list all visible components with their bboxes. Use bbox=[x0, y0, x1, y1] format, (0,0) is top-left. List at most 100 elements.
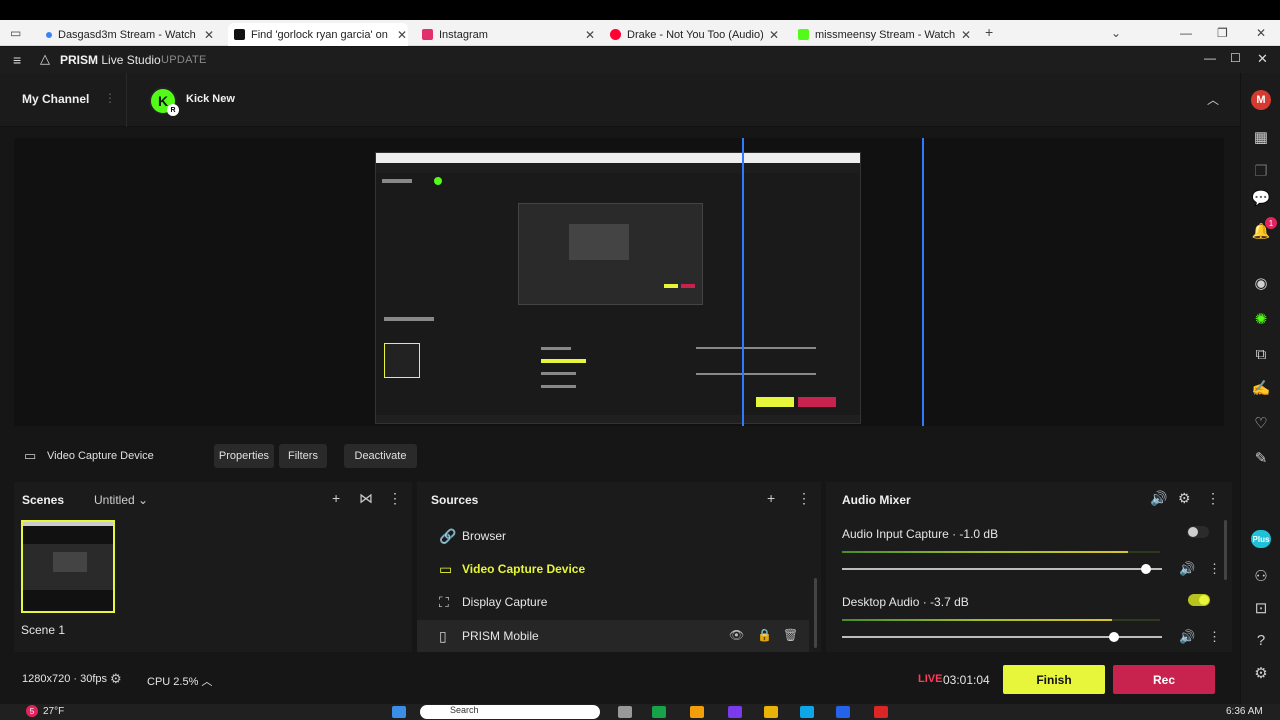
edge-icon[interactable] bbox=[652, 706, 666, 718]
channel-toggle[interactable] bbox=[1188, 594, 1210, 606]
deactivate-button[interactable]: Deactivate bbox=[344, 444, 417, 468]
help-icon[interactable]: ? bbox=[1251, 630, 1271, 650]
browser-tab-active[interactable]: Find 'gorlock ryan garcia' on TikTok ✕ bbox=[228, 23, 408, 46]
tab-close-icon[interactable]: ✕ bbox=[204, 28, 214, 42]
app-icon[interactable] bbox=[690, 706, 704, 718]
volume-slider[interactable] bbox=[842, 632, 1162, 642]
weather-label[interactable]: 27°F bbox=[43, 706, 64, 717]
more-icon[interactable]: ⋮ bbox=[1208, 629, 1221, 645]
rec-button[interactable]: Rec bbox=[1113, 665, 1215, 694]
more-icon[interactable]: ⋮ bbox=[797, 490, 811, 507]
properties-button[interactable]: Properties bbox=[214, 444, 274, 468]
browser-tab-bar: ▭ Dasgasd3m Stream - Watch Live ✕ Find '… bbox=[0, 20, 1280, 46]
source-item[interactable]: ⛶ Display Capture bbox=[417, 586, 809, 618]
channel-toggle[interactable] bbox=[1187, 526, 1209, 538]
browser-tab[interactable]: Instagram ✕ bbox=[416, 23, 596, 46]
bell-icon[interactable]: 🔔 1 bbox=[1251, 217, 1277, 241]
add-scene-icon[interactable]: + bbox=[332, 490, 340, 506]
speaker-icon[interactable]: 🔊 bbox=[1150, 490, 1167, 507]
start-icon[interactable] bbox=[392, 706, 406, 718]
close-icon[interactable]: ✕ bbox=[1256, 26, 1266, 40]
browser-tab[interactable]: missmeensy Stream - Watch Live ✕ bbox=[792, 23, 972, 46]
minimize-icon[interactable]: — bbox=[1180, 26, 1192, 40]
filters-button[interactable]: Filters bbox=[279, 444, 327, 468]
task-view-icon[interactable] bbox=[618, 706, 632, 718]
studio-icon[interactable]: ⚇ bbox=[1251, 566, 1271, 586]
audio-mixer-title: Audio Mixer bbox=[842, 493, 911, 507]
pen-icon[interactable]: ✎ bbox=[1251, 448, 1271, 468]
prism-taskbar-icon[interactable] bbox=[874, 706, 888, 718]
browser-tab[interactable]: Dasgasd3m Stream - Watch Live ✕ bbox=[40, 23, 220, 46]
heart-icon[interactable]: ♡ bbox=[1251, 413, 1271, 433]
more-icon[interactable]: ⋮ bbox=[1208, 561, 1221, 577]
divider bbox=[126, 73, 127, 127]
kick-avatar[interactable]: K R bbox=[149, 87, 179, 116]
taskbar-search[interactable]: Search bbox=[420, 705, 600, 719]
transition-icon[interactable]: ⋈ bbox=[359, 490, 373, 507]
gear-icon[interactable]: ⚙ bbox=[110, 671, 122, 687]
update-link[interactable]: UPDATE bbox=[161, 54, 207, 66]
add-source-icon[interactable]: + bbox=[767, 490, 775, 506]
tab-close-icon[interactable]: ✕ bbox=[961, 28, 971, 42]
cpu-label[interactable]: CPU 2.5% ︿ bbox=[147, 673, 212, 689]
nested-finish bbox=[756, 397, 794, 407]
scene-thumbnail[interactable] bbox=[21, 520, 115, 613]
effects-icon[interactable]: ✺ bbox=[1251, 309, 1271, 329]
preview-canvas[interactable] bbox=[375, 152, 861, 424]
layout-icon[interactable]: ▦ bbox=[1251, 127, 1271, 147]
menu-icon[interactable]: ≡ bbox=[13, 52, 21, 68]
tab-close-icon[interactable]: ✕ bbox=[397, 28, 407, 42]
source-item[interactable]: 🔗 Browser bbox=[417, 520, 809, 552]
chevron-up-icon[interactable]: ︿ bbox=[1207, 91, 1219, 108]
store-icon[interactable] bbox=[800, 706, 814, 718]
app-icon[interactable] bbox=[728, 706, 742, 718]
more-icon[interactable]: ⋮ bbox=[104, 91, 116, 105]
restore-icon[interactable]: ❐ bbox=[1217, 26, 1228, 40]
audio-mixer-panel: Audio Mixer 🔊 ⚙ ⋮ bbox=[826, 482, 1232, 652]
mixer-channel-name: Desktop Audio · -3.7 dB bbox=[842, 595, 969, 609]
chevron-down-icon[interactable]: ⌄ bbox=[1111, 26, 1121, 40]
plus-badge[interactable]: Plus bbox=[1251, 529, 1271, 549]
user-avatar[interactable]: M bbox=[1251, 90, 1271, 110]
finish-button[interactable]: Finish bbox=[1003, 665, 1105, 694]
maximize-icon[interactable]: ☐ bbox=[1230, 51, 1241, 65]
kick-channel-name[interactable]: Kick New bbox=[186, 93, 235, 105]
camera-icon: ▭ bbox=[24, 448, 37, 463]
gear-icon[interactable]: ⚙ bbox=[1178, 490, 1191, 507]
minimize-icon[interactable]: — bbox=[1204, 51, 1216, 65]
copy-icon[interactable]: ❐ bbox=[1251, 161, 1271, 181]
source-item-selected[interactable]: ▭ Video Capture Device bbox=[417, 553, 809, 585]
visibility-icon[interactable]: 👁 bbox=[729, 628, 744, 642]
taskbar: 5 27°F Search 6:36 AM bbox=[0, 704, 1280, 720]
more-icon[interactable]: ⋮ bbox=[1206, 490, 1220, 507]
more-icon[interactable]: ⋮ bbox=[388, 490, 402, 507]
lock-icon[interactable]: 🔒 bbox=[757, 628, 772, 642]
scene-collection-dropdown[interactable]: Untitled ⌄ bbox=[94, 493, 148, 507]
source-item-hovered[interactable]: ▯ PRISM Mobile 👁 🔒 🗑 bbox=[417, 620, 809, 652]
draw-icon[interactable]: ✍ bbox=[1251, 378, 1271, 398]
mixer-scrollbar[interactable] bbox=[1224, 520, 1227, 580]
volume-slider[interactable] bbox=[842, 564, 1162, 574]
settings-icon[interactable]: ⚙ bbox=[1251, 663, 1271, 683]
tab-close-icon[interactable]: ✕ bbox=[585, 28, 595, 42]
tab-title: missmeensy Stream - Watch Live bbox=[815, 28, 955, 41]
speaker-icon[interactable]: 🔊 bbox=[1179, 561, 1195, 577]
chat-icon[interactable]: 💬 bbox=[1251, 188, 1271, 208]
close-icon[interactable]: ✕ bbox=[1257, 51, 1268, 67]
folder-icon[interactable] bbox=[764, 706, 778, 718]
app-icon[interactable] bbox=[836, 706, 850, 718]
new-tab-icon[interactable]: + bbox=[985, 24, 993, 40]
nested-title-bar bbox=[376, 163, 860, 173]
tab-close-icon[interactable]: ✕ bbox=[769, 28, 779, 42]
sources-scrollbar[interactable] bbox=[814, 578, 817, 648]
browser-tab[interactable]: Drake - Not You Too (Audio) ft. ✕ bbox=[604, 23, 784, 46]
camera-icon[interactable]: ◉ bbox=[1251, 273, 1271, 293]
alert-icon[interactable]: ⊡ bbox=[1251, 598, 1271, 618]
scene-label[interactable]: Scene 1 bbox=[21, 623, 65, 637]
tab-actions-icon[interactable]: ▭ bbox=[10, 26, 21, 40]
layers-icon[interactable]: ⧉ bbox=[1251, 344, 1271, 364]
tab-title: Instagram bbox=[439, 28, 488, 41]
my-channel-label[interactable]: My Channel bbox=[22, 92, 89, 106]
delete-icon[interactable]: 🗑 bbox=[783, 628, 798, 642]
speaker-icon[interactable]: 🔊 bbox=[1179, 629, 1195, 645]
